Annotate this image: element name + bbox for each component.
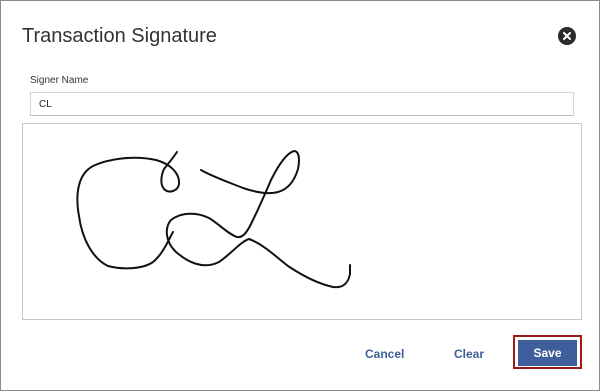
cancel-button[interactable]: Cancel: [365, 347, 404, 361]
transaction-signature-dialog: Transaction Signature Signer Name Cancel…: [0, 0, 600, 391]
save-button[interactable]: Save: [518, 340, 577, 366]
dialog-title: Transaction Signature: [22, 25, 217, 47]
signature-stroke-c: [76, 151, 181, 270]
close-x-glyph: [563, 32, 571, 40]
signature-pad[interactable]: [22, 123, 582, 320]
signature-stroke-l: [165, 150, 351, 289]
signature-drawing: [76, 150, 351, 289]
signer-name-label: Signer Name: [30, 75, 89, 86]
clear-button[interactable]: Clear: [454, 347, 484, 361]
close-icon[interactable]: [558, 27, 576, 45]
signer-name-input[interactable]: [30, 92, 574, 116]
